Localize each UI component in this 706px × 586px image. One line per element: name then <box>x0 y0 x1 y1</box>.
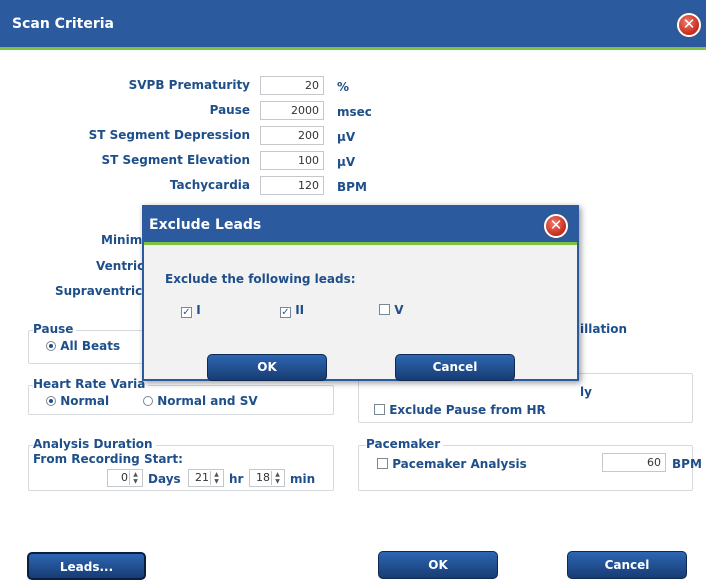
pacemaker-analysis-option[interactable]: Pacemaker Analysis <box>377 457 527 471</box>
dialog-close-icon[interactable]: ✕ <box>544 214 568 238</box>
ventricular-label-partial: Ventric <box>96 259 145 273</box>
dialog-title: Exclude Leads <box>149 217 262 233</box>
normal-sv-option[interactable]: Normal and SV <box>143 394 258 408</box>
exclude-pause-option[interactable]: Exclude Pause from HR <box>374 403 546 417</box>
minimum-label-partial: Minim <box>101 233 143 247</box>
st-depression-label: ST Segment Depression <box>88 128 250 142</box>
minutes-spinner[interactable]: 18 ▲ ▼ <box>249 469 285 487</box>
cancel-button[interactable]: Cancel <box>567 551 687 579</box>
all-beats-label: All Beats <box>60 339 121 353</box>
lead-ii-option[interactable]: ✓ II <box>280 303 304 318</box>
st-depression-input[interactable]: 200 <box>260 126 324 145</box>
pause-unit: msec <box>337 105 372 119</box>
tachycardia-unit: BPM <box>337 180 367 194</box>
pacemaker-title: Pacemaker <box>366 437 444 451</box>
supraventricular-label-partial: Supraventric <box>55 284 143 298</box>
svpb-label: SVPB Prematurity <box>128 78 250 92</box>
exclude-pause-label: Exclude Pause from HR <box>389 403 546 417</box>
lead-v-option[interactable]: V <box>379 303 403 317</box>
tachycardia-label: Tachycardia <box>169 178 250 192</box>
hours-value: 21 <box>195 471 209 484</box>
ok-button[interactable]: OK <box>378 551 498 579</box>
lead-i-label: I <box>196 303 201 317</box>
days-spinner[interactable]: 0 ▲ ▼ <box>107 469 143 487</box>
lead-i-checkbox[interactable]: ✓ <box>181 307 192 318</box>
normal-option[interactable]: Normal <box>46 394 109 408</box>
pause-label: Pause <box>209 103 250 117</box>
leads-button[interactable]: Leads... <box>27 552 146 580</box>
hours-spinner[interactable]: 21 ▲ ▼ <box>188 469 224 487</box>
close-icon[interactable]: ✕ <box>677 13 701 37</box>
svpb-unit: % <box>337 80 350 94</box>
heart-rate-label-partial: ly <box>580 385 592 399</box>
dialog-cancel-button[interactable]: Cancel <box>395 354 515 381</box>
all-beats-radio[interactable] <box>46 341 56 351</box>
svpb-input[interactable]: 20 <box>260 76 324 95</box>
hours-unit: hr <box>229 472 244 486</box>
spinner-arrows-icon[interactable]: ▲ ▼ <box>210 471 222 485</box>
dialog-instruction: Exclude the following leads: <box>165 272 356 286</box>
from-recording-start-label: From Recording Start: <box>33 452 183 466</box>
st-elevation-unit: µV <box>337 155 356 169</box>
lead-v-label: V <box>394 303 404 317</box>
st-elevation-input[interactable]: 100 <box>260 151 324 170</box>
fibrillation-label-partial: illation <box>580 322 628 336</box>
analysis-duration-title: Analysis Duration <box>33 437 156 451</box>
days-unit: Days <box>148 472 181 486</box>
lead-i-option[interactable]: ✓ I <box>181 303 201 318</box>
exclude-leads-dialog: Exclude Leads ✕ Exclude the following le… <box>142 205 579 381</box>
lead-v-checkbox[interactable] <box>379 304 390 315</box>
dialog-ok-button[interactable]: OK <box>207 354 327 381</box>
minutes-value: 18 <box>256 471 270 484</box>
lead-ii-checkbox[interactable]: ✓ <box>280 307 291 318</box>
pacemaker-bpm-unit: BPM <box>672 457 702 471</box>
all-beats-option[interactable]: All Beats <box>46 339 120 353</box>
minutes-unit: min <box>290 472 316 486</box>
pause-group-title: Pause <box>33 322 77 336</box>
pacemaker-analysis-checkbox[interactable] <box>377 458 388 469</box>
normal-label: Normal <box>60 394 110 408</box>
pause-input[interactable]: 2000 <box>260 101 324 120</box>
lead-ii-label: II <box>295 303 305 317</box>
exclude-pause-checkbox[interactable] <box>374 404 385 415</box>
hrv-group-title: Heart Rate Varia <box>33 377 149 391</box>
normal-sv-label: Normal and SV <box>157 394 258 408</box>
spinner-arrows-icon[interactable]: ▲ ▼ <box>129 471 141 485</box>
days-value: 0 <box>121 471 128 484</box>
pacemaker-analysis-label: Pacemaker Analysis <box>392 457 527 471</box>
normal-sv-radio[interactable] <box>143 396 153 406</box>
spinner-arrows-icon[interactable]: ▲ ▼ <box>271 471 283 485</box>
tachycardia-input[interactable]: 120 <box>260 176 324 195</box>
st-depression-unit: µV <box>337 130 356 144</box>
pacemaker-bpm-input[interactable]: 60 <box>602 453 666 472</box>
st-elevation-label: ST Segment Elevation <box>101 153 250 167</box>
window-title: Scan Criteria <box>12 16 114 32</box>
normal-radio[interactable] <box>46 396 56 406</box>
